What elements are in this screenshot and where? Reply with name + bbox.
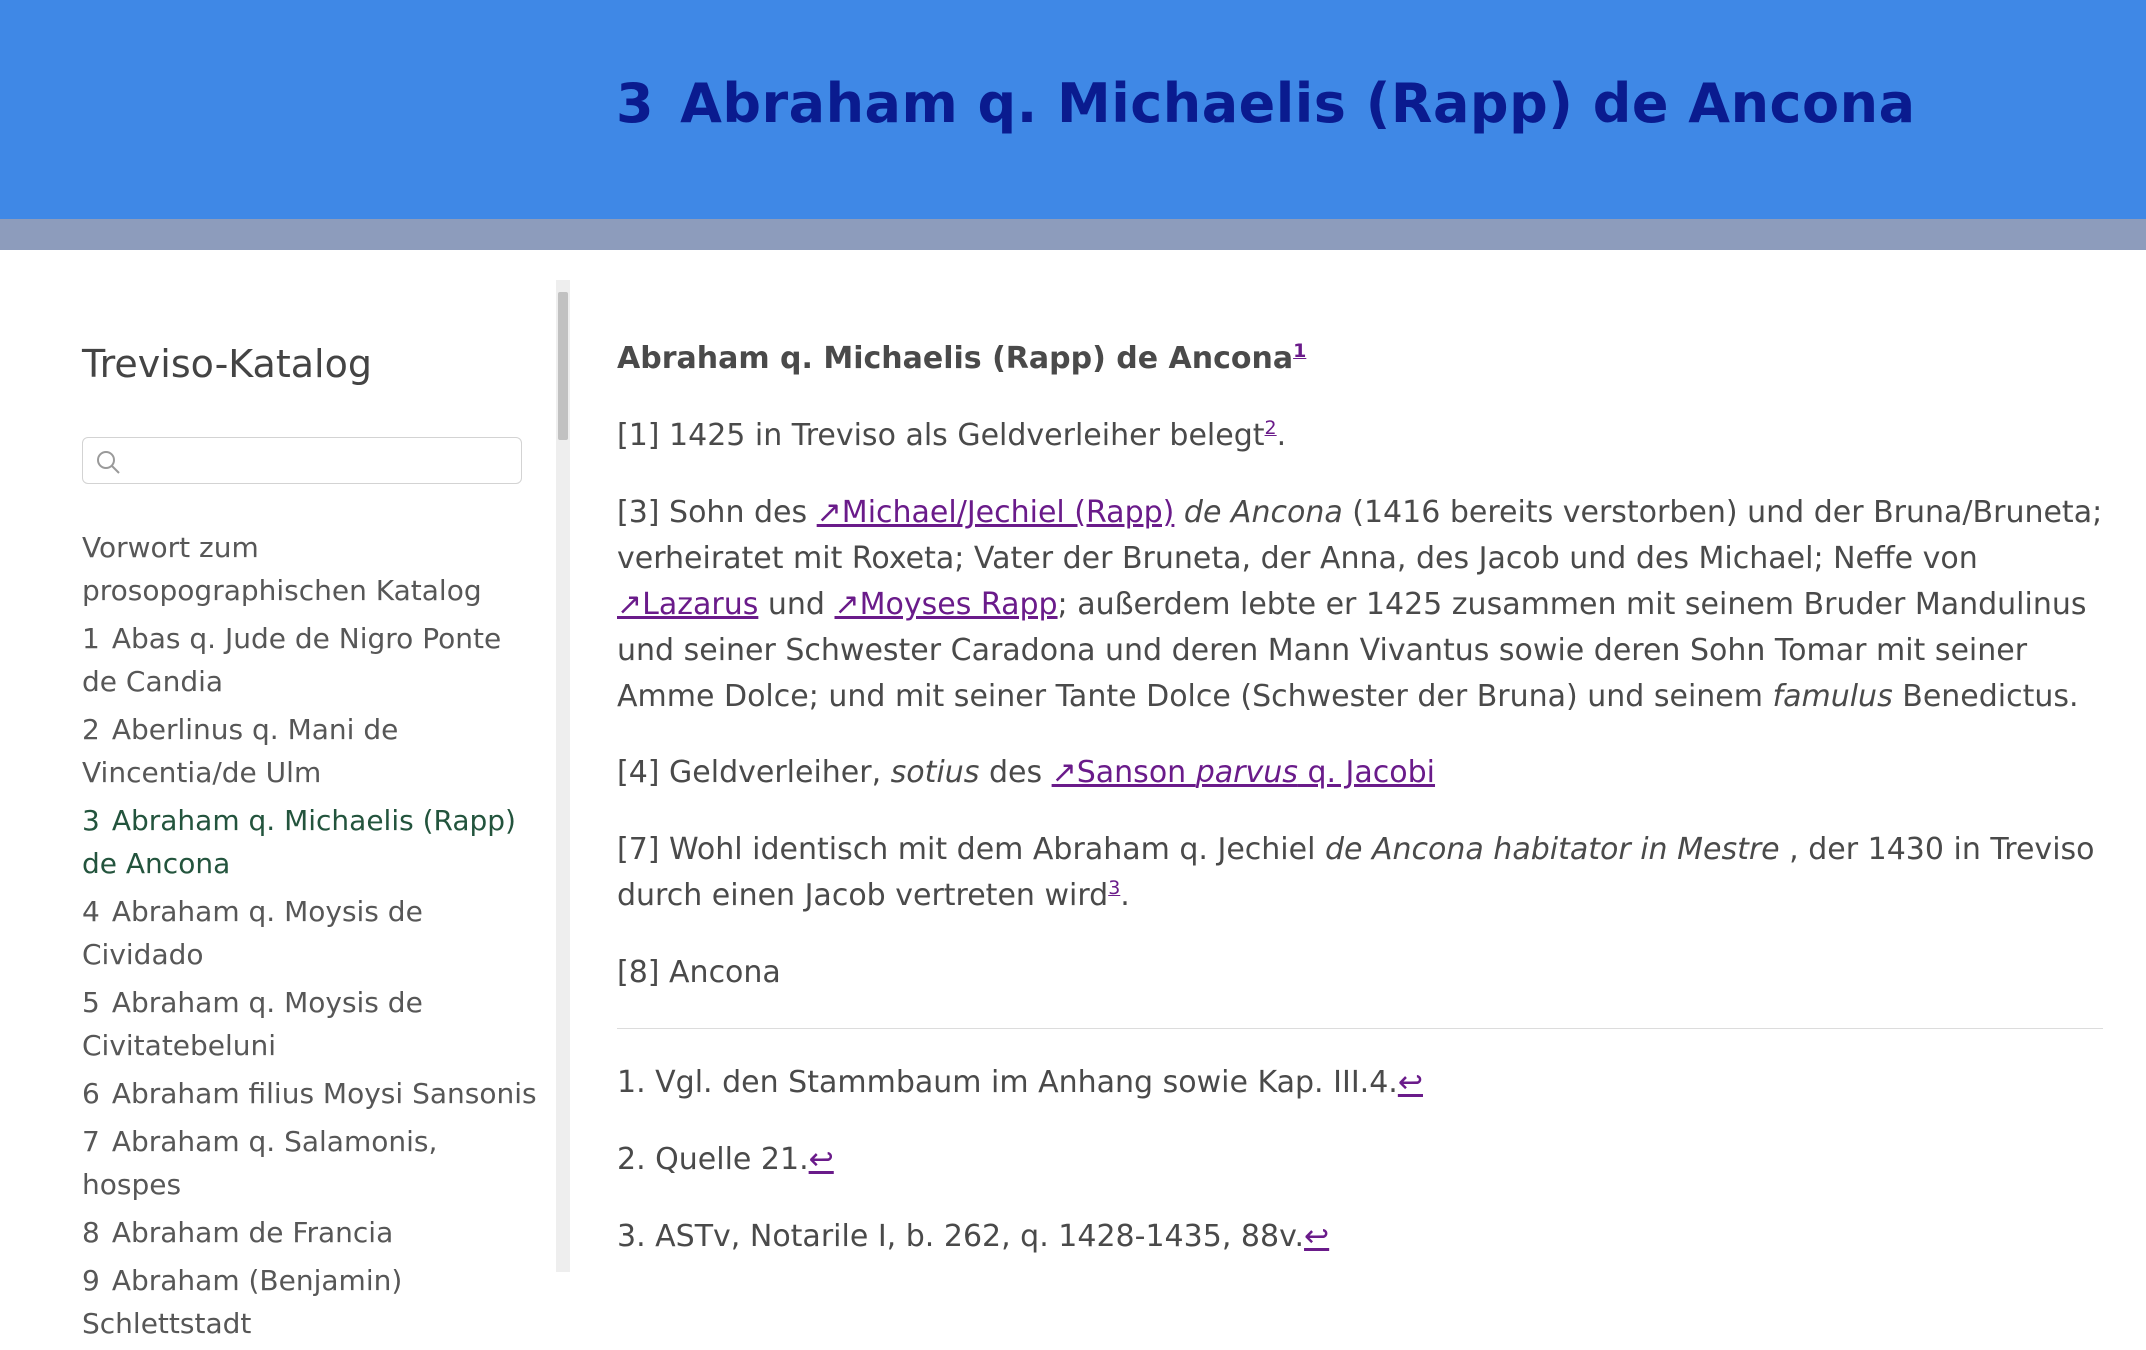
footnote-1-text: 1. Vgl. den Stammbaum im Anhang sowie Ka… [617, 1065, 1398, 1100]
p4-text-1: [4] Geldverleiher, [617, 755, 891, 790]
p3-text-5: Benedictus. [1892, 679, 2079, 714]
paragraph-3: [3] Sohn des ↗Michael/Jechiel (Rapp) de … [617, 490, 2103, 720]
p3-text-3: und [758, 587, 835, 622]
nav-item-number: 8 [82, 1216, 100, 1249]
entry-title-text: Abraham q. Michaelis (Rapp) de Ancona [617, 341, 1294, 376]
nav-item-2[interactable]: 2 Aberlinus q. Mani de Vincentia/de Ulm [82, 708, 542, 794]
chapter-nav-list: Vorwort zum prosopographischen Katalog 1… [82, 526, 542, 1350]
nav-item-label: Abraham q. Michaelis (Rapp) de Ancona [82, 804, 516, 880]
footnote-1: 1. Vgl. den Stammbaum im Anhang sowie Ka… [617, 1060, 1423, 1106]
footnote-2-backlink[interactable]: ↩ [809, 1142, 834, 1177]
p7-end: . [1120, 878, 1130, 913]
link-lazarus[interactable]: ↗Lazarus [617, 587, 758, 622]
paragraph-1-end: . [1276, 418, 1287, 453]
nav-item-number: 6 [82, 1077, 100, 1110]
search-icon [97, 451, 120, 474]
p4-text-2: des [979, 755, 1052, 790]
nav-item-6[interactable]: 6 Abraham filius Moysi Sansonis [82, 1072, 542, 1115]
link-sanson-part-b: q. Jacobi [1297, 755, 1436, 790]
footnote-ref-2[interactable]: 2 [1265, 417, 1277, 439]
nav-item-label: Abraham (Benjamin) Schlettstadt [82, 1264, 403, 1340]
footnote-2-text: 2. Quelle 21. [617, 1142, 809, 1177]
nav-item-3-active[interactable]: 3 Abraham q. Michaelis (Rapp) de Ancona [82, 799, 542, 885]
nav-item-8[interactable]: 8 Abraham de Francia [82, 1211, 542, 1254]
p3-italic-1: de Ancona [1174, 495, 1343, 530]
footnote-2: 2. Quelle 21.↩ [617, 1137, 834, 1183]
nav-item-label: Abraham de Francia [111, 1216, 394, 1249]
nav-item-number: 1 [82, 622, 100, 655]
chapter-title: Abraham q. Michaelis (Rapp) de Ancona [680, 72, 1916, 135]
footnote-3-text: 3. ASTv, Notarile I, b. 262, q. 1428-143… [617, 1219, 1305, 1254]
header-divider-strip [0, 219, 2146, 250]
nav-item-number: 4 [82, 895, 100, 928]
paragraph-1: [1] 1425 in Treviso als Geldverleiher be… [617, 413, 1286, 459]
nav-item-1[interactable]: 1 Abas q. Jude de Nigro Ponte de Candia [82, 617, 542, 703]
paragraph-8: [8] Ancona [617, 955, 781, 990]
nav-item-number: 2 [82, 713, 100, 746]
nav-item-number: 3 [82, 804, 100, 837]
nav-item-vorwort[interactable]: Vorwort zum prosopographischen Katalog [82, 526, 542, 612]
nav-item-label: Abraham q. Moysis de Civitatebeluni [82, 986, 423, 1062]
nav-item-4[interactable]: 4 Abraham q. Moysis de Cividado [82, 890, 542, 976]
footnote-3: 3. ASTv, Notarile I, b. 262, q. 1428-143… [617, 1214, 1329, 1260]
p4-italic-1: sotius [890, 755, 980, 790]
nav-item-number: 5 [82, 986, 100, 1019]
link-michael-jechiel[interactable]: ↗Michael/Jechiel (Rapp) [817, 495, 1175, 530]
page-title: 3 Abraham q. Michaelis (Rapp) de Ancona [616, 72, 1916, 135]
link-sanson-parvus[interactable]: ↗Sanson parvus q. Jacobi [1052, 755, 1435, 790]
nav-item-label: Abraham filius Moysi Sansonis [111, 1077, 537, 1110]
nav-item-label: Vorwort zum prosopographischen Katalog [82, 531, 482, 607]
nav-item-5[interactable]: 5 Abraham q. Moysis de Civitatebeluni [82, 981, 542, 1067]
paragraph-4: [4] Geldverleiher, sotius des ↗Sanson pa… [617, 750, 1435, 796]
search-box[interactable] [82, 437, 522, 484]
search-input[interactable] [129, 442, 513, 480]
chapter-number: 3 [616, 72, 655, 135]
p3-text-1: [3] Sohn des [617, 495, 817, 530]
link-moyses-rapp[interactable]: ↗Moyses Rapp [835, 587, 1058, 622]
nav-item-label: Abraham q. Salamonis, hospes [82, 1125, 438, 1201]
nav-item-label: Aberlinus q. Mani de Vincentia/de Ulm [82, 713, 399, 789]
page-header: 3 Abraham q. Michaelis (Rapp) de Ancona [0, 0, 2146, 219]
p7-text-1: [7] Wohl identisch mit dem Abraham q. Je… [617, 832, 1325, 867]
entry-title: Abraham q. Michaelis (Rapp) de Ancona1 [617, 336, 1306, 382]
footnote-3-backlink[interactable]: ↩ [1304, 1219, 1329, 1254]
footnote-ref-1[interactable]: 1 [1293, 340, 1306, 362]
footnote-1-backlink[interactable]: ↩ [1398, 1065, 1423, 1100]
nav-item-label: Abas q. Jude de Nigro Ponte de Candia [82, 622, 502, 698]
sidebar: Treviso-Katalog Vorwort zum prosopograph… [0, 250, 556, 1340]
p7-italic-1: de Ancona habitator in Mestre [1324, 832, 1780, 867]
nav-item-number: 7 [82, 1125, 100, 1158]
link-sanson-part-a: ↗Sanson [1051, 755, 1196, 790]
nav-item-7[interactable]: 7 Abraham q. Salamonis, hospes [82, 1120, 542, 1206]
p3-italic-2: famulus [1772, 679, 1893, 714]
nav-item-label: Abraham q. Moysis de Cividado [82, 895, 423, 971]
nav-item-number: 9 [82, 1264, 100, 1297]
link-sanson-italic: parvus [1195, 755, 1298, 790]
footnote-ref-3[interactable]: 3 [1108, 877, 1120, 899]
footnotes-divider [617, 1028, 2103, 1029]
paragraph-1-text: [1] 1425 in Treviso als Geldverleiher be… [617, 418, 1265, 453]
sidebar-title[interactable]: Treviso-Katalog [82, 342, 372, 386]
sidebar-scrollbar-thumb[interactable] [558, 292, 568, 440]
paragraph-7: [7] Wohl identisch mit dem Abraham q. Je… [617, 827, 2103, 919]
